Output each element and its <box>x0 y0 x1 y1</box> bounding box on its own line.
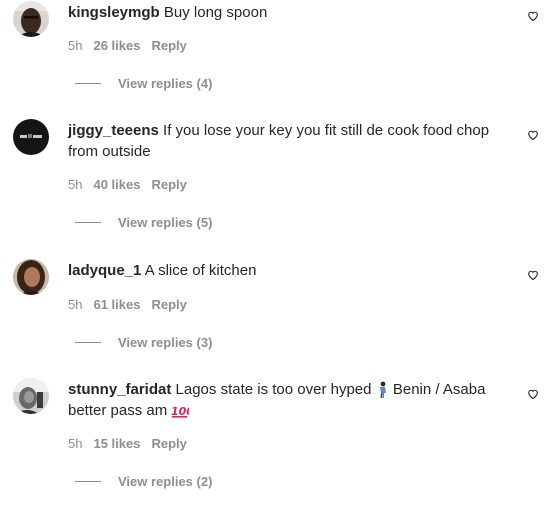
reply-button[interactable]: Reply <box>151 436 186 451</box>
comment-body: A slice of kitchen <box>144 262 257 279</box>
heart-outline-icon[interactable] <box>527 10 539 22</box>
comment-username[interactable]: ladyque_1 <box>68 262 141 279</box>
comment-body: Buy long spoon <box>163 4 268 21</box>
divider-line <box>75 83 101 85</box>
comment-time: 5h <box>68 436 83 451</box>
view-replies-button[interactable]: View replies (2) <box>75 474 212 490</box>
view-replies-button[interactable]: View replies (3) <box>75 335 212 351</box>
comment-meta: 5h 40 likes Reply <box>68 177 198 193</box>
view-replies-label: View replies (4) <box>118 76 213 91</box>
avatar[interactable] <box>13 378 49 414</box>
reply-button[interactable]: Reply <box>151 177 186 192</box>
comment-likes[interactable]: 26 likes <box>93 38 140 53</box>
comment-text: stunny_faridat Lagos state is too over h… <box>68 379 516 421</box>
view-replies-label: View replies (2) <box>118 474 213 489</box>
comment-likes[interactable]: 40 likes <box>93 177 140 192</box>
heart-outline-icon[interactable] <box>527 388 539 400</box>
comment-time: 5h <box>68 297 83 312</box>
heart-outline-icon[interactable] <box>527 269 539 281</box>
comment-meta: 5h 26 likes Reply <box>68 38 198 54</box>
avatar[interactable] <box>13 1 49 37</box>
divider-line <box>75 222 101 224</box>
comment-time: 5h <box>68 38 83 53</box>
avatar[interactable] <box>13 259 49 295</box>
comment-likes[interactable]: 61 likes <box>93 297 140 312</box>
comment-meta: 5h 15 likes Reply <box>68 436 198 452</box>
comment-text: jiggy_teeens If you lose your key you fi… <box>68 120 516 162</box>
divider-line <box>75 481 101 483</box>
comment-body: Lagos state is too over hyped <box>175 381 372 398</box>
comment-username[interactable]: jiggy_teeens <box>68 122 159 139</box>
heart-outline-icon[interactable] <box>527 129 539 141</box>
avatar[interactable] <box>13 119 49 155</box>
person-walking-emoji <box>379 381 386 399</box>
view-replies-label: View replies (5) <box>118 215 213 230</box>
comment-text: ladyque_1 A slice of kitchen <box>68 260 516 281</box>
comment-username[interactable]: kingsleymgb <box>68 4 160 21</box>
comment-meta: 5h 61 likes Reply <box>68 297 198 313</box>
hundred-points-emoji: 100 <box>171 405 189 418</box>
view-replies-label: View replies (3) <box>118 335 213 350</box>
view-replies-button[interactable]: View replies (5) <box>75 215 212 231</box>
view-replies-button[interactable]: View replies (4) <box>75 76 212 92</box>
comment-username[interactable]: stunny_faridat <box>68 381 171 398</box>
comment-text: kingsleymgb Buy long spoon <box>68 2 516 23</box>
comment-time: 5h <box>68 177 83 192</box>
reply-button[interactable]: Reply <box>151 38 186 53</box>
comment-likes[interactable]: 15 likes <box>93 436 140 451</box>
divider-line <box>75 342 101 344</box>
reply-button[interactable]: Reply <box>151 297 186 312</box>
